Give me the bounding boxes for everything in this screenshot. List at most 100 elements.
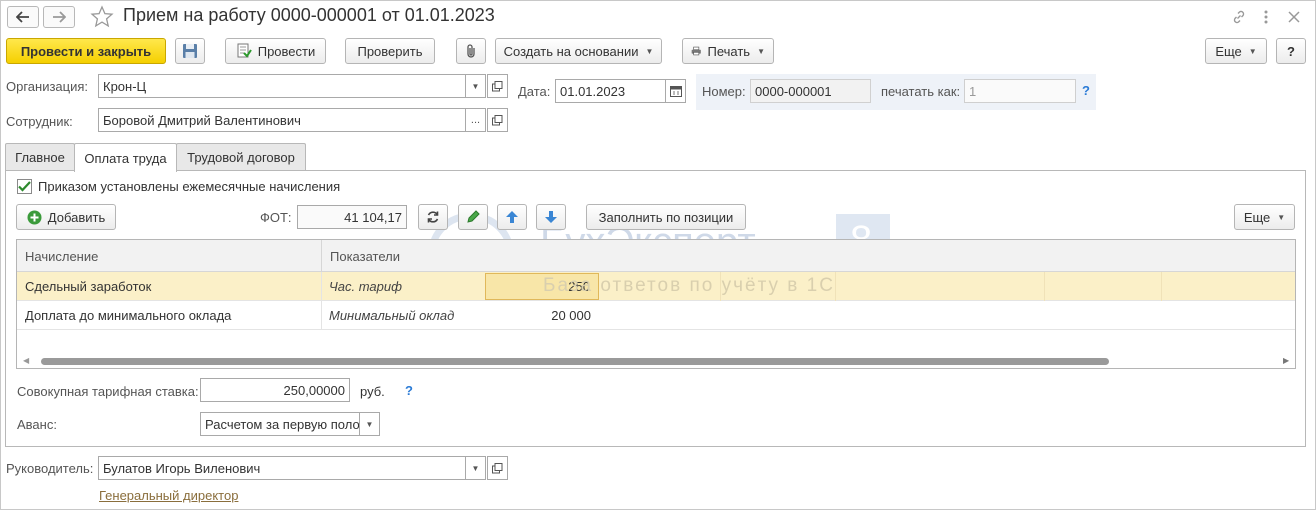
favorite-star-icon[interactable] (90, 5, 114, 29)
forward-button[interactable] (43, 6, 75, 28)
number-field[interactable]: 0000-000001 (750, 79, 871, 103)
calendar-icon (669, 86, 682, 97)
save-button[interactable] (175, 38, 205, 64)
arrow-right-icon (53, 11, 66, 23)
arrow-up-icon (506, 211, 518, 223)
post-button[interactable]: Провести (225, 38, 326, 64)
close-icon[interactable] (1284, 7, 1304, 27)
pencil-icon (467, 210, 480, 223)
move-down-button[interactable] (536, 204, 566, 230)
table-row[interactable]: Доплата до минимального оклада Минимальн… (17, 301, 1295, 330)
open-window-icon (492, 114, 503, 125)
organization-dropdown-button[interactable]: ▼ (465, 74, 486, 98)
arrow-down-icon (545, 211, 557, 223)
chevron-down-icon: ▼ (757, 46, 765, 56)
column-header-indicators[interactable]: Показатели (321, 240, 1295, 272)
table-row[interactable]: Сдельный заработок Час. тариф 250 (17, 272, 1295, 301)
back-button[interactable] (7, 6, 39, 28)
indicator-name-cell: Час. тариф (329, 279, 402, 294)
column-divider (720, 272, 721, 301)
open-window-icon (492, 80, 503, 91)
organization-open-button[interactable] (487, 74, 508, 98)
date-field[interactable]: 01.01.2023 (555, 79, 666, 103)
advance-dropdown-button[interactable]: ▼ (359, 412, 380, 436)
table-more-button[interactable]: Еще ▼ (1234, 204, 1295, 230)
date-label: Дата: (518, 84, 551, 99)
chevron-down-icon: ▼ (365, 419, 374, 429)
employee-field[interactable]: Боровой Дмитрий Валентинович (98, 108, 466, 132)
column-divider (835, 272, 836, 301)
create-based-on-button[interactable]: Создать на основании ▼ (495, 38, 662, 64)
fot-label: ФОТ: (260, 210, 292, 225)
table-header: Начисление Показатели (17, 240, 1295, 272)
more-button[interactable]: Еще ▼ (1205, 38, 1267, 64)
manager-open-button[interactable] (487, 456, 508, 480)
fill-by-position-button[interactable]: Заполнить по позиции (586, 204, 746, 230)
table-more-label: Еще (1243, 209, 1271, 225)
indicator-value-cell[interactable]: 20 000 (485, 301, 599, 330)
monthly-accruals-checkbox[interactable] (17, 179, 32, 194)
manager-label: Руководитель: (6, 461, 94, 476)
fot-field[interactable]: 41 104,17 (297, 205, 407, 229)
more-button-label: Еще (1215, 43, 1242, 59)
tab-main[interactable]: Главное (5, 143, 75, 171)
chevron-down-icon: ▼ (471, 81, 480, 91)
add-accrual-button[interactable]: Добавить (16, 204, 116, 230)
print-button[interactable]: Печать ▼ (682, 38, 774, 64)
help-button[interactable]: ? (1276, 38, 1306, 64)
indicator-value-cell[interactable]: 250 (485, 273, 599, 300)
accrual-name-cell: Доплата до минимального оклада (25, 308, 232, 323)
move-up-button[interactable] (497, 204, 527, 230)
kebab-menu-icon[interactable] (1256, 7, 1276, 27)
print-as-field[interactable]: 1 (964, 79, 1076, 103)
organization-label: Организация: (6, 79, 89, 94)
tariff-rate-unit: руб. (360, 384, 385, 399)
printer-icon (691, 46, 701, 56)
link-icon[interactable] (1229, 7, 1249, 27)
employee-label: Сотрудник: (6, 114, 73, 129)
scroll-right-icon[interactable]: ▶ (1283, 356, 1289, 365)
refresh-button[interactable] (418, 204, 448, 230)
employee-select-button[interactable]: ... (465, 108, 486, 132)
number-label: Номер: (702, 84, 746, 99)
column-header-accrual[interactable]: Начисление (17, 240, 321, 272)
tab-labor-contract[interactable]: Трудовой договор (176, 143, 306, 171)
column-divider (1161, 272, 1162, 301)
ellipsis-icon: ... (470, 114, 481, 126)
window-title: Прием на работу 0000-000001 от 01.01.202… (123, 5, 495, 25)
post-document-icon (237, 43, 252, 58)
scroll-left-icon[interactable]: ◀ (23, 356, 29, 365)
add-accrual-label: Добавить (47, 209, 106, 225)
tariff-rate-label: Совокупная тарифная ставка: (17, 384, 199, 399)
print-button-label: Печать (707, 43, 751, 59)
advance-select[interactable]: Расчетом за первую поло (200, 412, 360, 436)
employee-open-button[interactable] (487, 108, 508, 132)
refresh-icon (427, 211, 439, 223)
manager-position-link[interactable]: Генеральный директор (99, 488, 238, 503)
chevron-down-icon: ▼ (1277, 212, 1286, 222)
attach-button[interactable] (456, 38, 486, 64)
tariff-rate-help-icon[interactable]: ? (405, 383, 413, 398)
print-as-help-icon[interactable]: ? (1082, 83, 1090, 98)
chevron-down-icon: ▼ (645, 46, 654, 56)
manager-dropdown-button[interactable]: ▼ (465, 456, 486, 480)
arrow-left-icon (16, 11, 29, 23)
post-button-label: Провести (257, 43, 316, 59)
organization-field[interactable]: Крон-Ц (98, 74, 466, 98)
edit-button[interactable] (458, 204, 488, 230)
tab-payment[interactable]: Оплата труда (74, 143, 177, 172)
create-based-on-label: Создать на основании (503, 43, 639, 59)
horizontal-scrollbar[interactable]: ◀ ▶ (17, 354, 1295, 368)
checkmark-icon (18, 181, 31, 192)
manager-field[interactable]: Булатов Игорь Виленович (98, 456, 466, 480)
post-and-close-button[interactable]: Провести и закрыть (6, 38, 166, 64)
calendar-button[interactable] (665, 79, 686, 103)
scrollbar-thumb[interactable] (41, 358, 1109, 365)
add-circle-icon (27, 210, 42, 224)
column-divider (321, 272, 322, 330)
open-window-icon (492, 462, 503, 473)
paperclip-icon (467, 44, 475, 58)
tariff-rate-field[interactable]: 250,00000 (200, 378, 350, 402)
check-button[interactable]: Проверить (345, 38, 435, 64)
print-as-label: печатать как: (881, 84, 961, 99)
